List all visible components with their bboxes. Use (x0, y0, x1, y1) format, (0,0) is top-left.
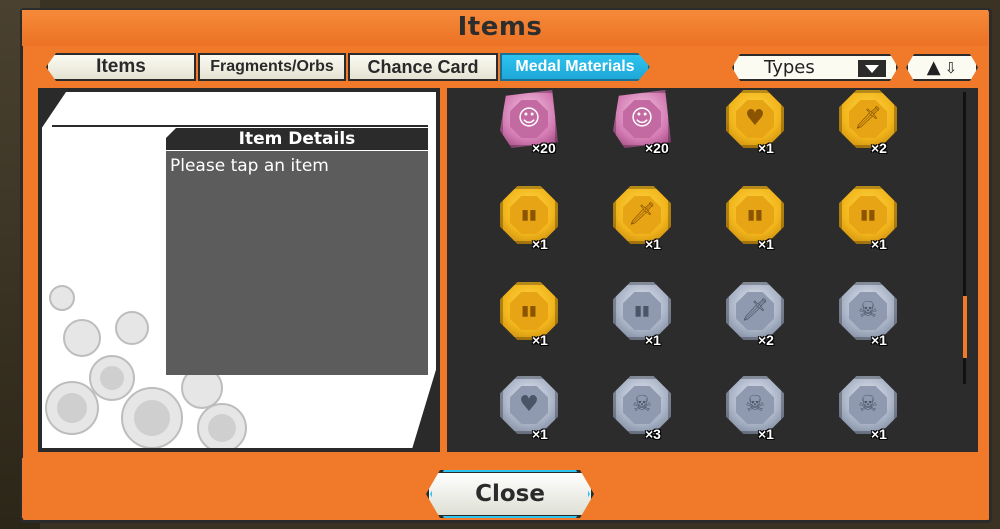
gold-medal: ▮▮ (500, 186, 558, 244)
item-details-header: Item Details (166, 128, 428, 150)
item-quantity: ×1 (871, 332, 887, 348)
chevron-down-icon (858, 60, 886, 77)
item-quantity: ×1 (758, 426, 774, 442)
medal-item[interactable]: ▮▮ ×1 (706, 186, 806, 256)
armor-medal-icon: ▮▮ (849, 196, 887, 234)
medal-item[interactable]: ☠ ×1 (819, 282, 919, 352)
character-medal-icon: ☺ (623, 100, 661, 138)
item-details-body: Please tap an item (166, 151, 428, 375)
silver-medal: ☠ (613, 376, 671, 434)
tab-chance-card[interactable]: Chance Card (348, 53, 498, 81)
types-filter-label: Types (764, 57, 815, 78)
medal-item[interactable]: ☺ ×20 (480, 90, 580, 160)
close-button[interactable]: Close (426, 470, 594, 518)
item-quantity: ×2 (871, 140, 887, 156)
armor-medal-icon: ▮▮ (510, 196, 548, 234)
medal-item[interactable]: ♥ ×1 (706, 90, 806, 160)
tab-medal-materials[interactable]: Medal Materials (500, 53, 650, 81)
item-quantity: ×1 (871, 236, 887, 252)
item-quantity: ×2 (758, 332, 774, 348)
heart-medal-icon: ♥ (510, 386, 548, 424)
medal-item[interactable]: ☠ ×1 (706, 376, 806, 446)
scrollbar-thumb[interactable] (963, 296, 967, 358)
item-quantity: ×1 (645, 332, 661, 348)
armor-medal-icon: ▮▮ (736, 196, 774, 234)
medal-item[interactable]: ▮▮ ×1 (480, 282, 580, 352)
arrow-up-icon: ▲ (926, 57, 941, 78)
sword-medal-icon: 🗡 (849, 100, 887, 138)
medal-item[interactable]: 🗡 ×1 (593, 186, 693, 256)
medal-item[interactable]: ☺ ×20 (593, 90, 693, 160)
medal-item[interactable]: 🗡 ×2 (706, 282, 806, 352)
medal-item[interactable]: ☠ ×1 (819, 376, 919, 446)
gold-medal: ▮▮ (839, 186, 897, 244)
window-title: Items (457, 12, 543, 42)
medal-item[interactable]: 🗡 ×2 (819, 90, 919, 160)
skull-medal-icon: ☠ (623, 386, 661, 424)
panel-divider (443, 88, 446, 452)
gold-medal: ▮▮ (726, 186, 784, 244)
character-medal-icon: ☺ (510, 100, 548, 138)
item-quantity: ×1 (645, 236, 661, 252)
item-quantity: ×1 (758, 140, 774, 156)
item-details-placeholder: Please tap an item (170, 156, 329, 176)
item-quantity: ×1 (871, 426, 887, 442)
skull-medal-icon: ☠ (849, 292, 887, 330)
item-quantity: ×20 (645, 140, 669, 156)
armor-medal-icon: ▮▮ (510, 292, 548, 330)
silver-medal: ▮▮ (613, 282, 671, 340)
item-quantity: ×1 (532, 236, 548, 252)
medal-item[interactable]: ▮▮ ×1 (480, 186, 580, 256)
skull-medal-icon: ☠ (736, 386, 774, 424)
item-quantity: ×3 (645, 426, 661, 442)
item-quantity: ×1 (532, 332, 548, 348)
details-divider (52, 125, 428, 127)
gold-medal: ▮▮ (500, 282, 558, 340)
silver-medal: ☠ (726, 376, 784, 434)
arrow-down-icon: ⇩ (944, 58, 958, 77)
gold-medal: ♥ (726, 90, 784, 148)
item-quantity: ×1 (758, 236, 774, 252)
skull-medal-icon: ☠ (849, 386, 887, 424)
silver-medal: ☠ (839, 376, 897, 434)
silver-medal: ☠ (839, 282, 897, 340)
tab-items[interactable]: Items (46, 53, 196, 81)
armor-medal-icon: ▮▮ (623, 292, 661, 330)
item-quantity: ×20 (532, 140, 556, 156)
types-filter-dropdown[interactable]: Types (732, 54, 898, 81)
medal-item[interactable]: ▮▮ ×1 (819, 186, 919, 256)
sword-medal-icon: 🗡 (736, 292, 774, 330)
item-quantity: ×1 (532, 426, 548, 442)
tab-bar: Items Fragments/Orbs Chance Card Medal M… (46, 53, 652, 81)
silver-medal: 🗡 (726, 282, 784, 340)
medal-item[interactable]: ▮▮ ×1 (593, 282, 693, 352)
medal-item[interactable]: ♥ ×1 (480, 376, 580, 446)
heart-medal-icon: ♥ (736, 100, 774, 138)
sort-order-button[interactable]: ▲ ⇩ (906, 54, 978, 81)
tab-fragments-orbs[interactable]: Fragments/Orbs (198, 53, 346, 81)
silver-medal: ♥ (500, 376, 558, 434)
gold-medal: 🗡 (613, 186, 671, 244)
sword-medal-icon: 🗡 (623, 196, 661, 234)
gold-medal: 🗡 (839, 90, 897, 148)
medal-item[interactable]: ☠ ×3 (593, 376, 693, 446)
